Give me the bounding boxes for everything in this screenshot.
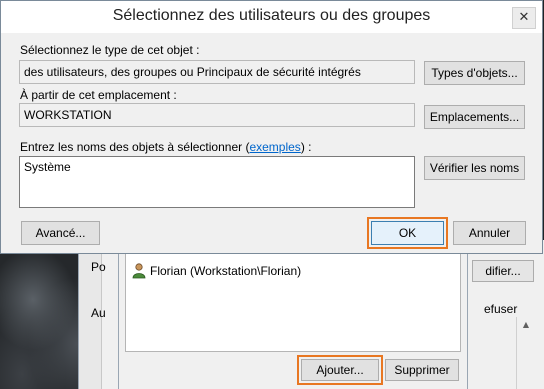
cancel-button[interactable]: Annuler (453, 221, 526, 245)
user-icon (132, 263, 146, 279)
location-field: WORKSTATION (19, 103, 415, 127)
titlebar: Sélectionnez des utilisateurs ou des gro… (1, 1, 542, 33)
permissions-scrollbar[interactable]: ▲ (516, 317, 535, 389)
list-item[interactable]: Florian (Workstation\Florian) (132, 263, 301, 279)
object-names-input[interactable]: Système (19, 156, 415, 208)
permissions-window: Po Au difier... efuser ▲ Florian (Workst… (78, 240, 544, 389)
locations-button[interactable]: Emplacements... (424, 105, 525, 129)
users-list[interactable]: Florian (Workstation\Florian) (125, 250, 461, 352)
group-users-window: Florian (Workstation\Florian) Ajouter...… (118, 240, 468, 389)
modify-button[interactable]: difier... (472, 260, 534, 282)
object-names-label: Entrez les noms des objets à sélectionne… (20, 140, 311, 154)
object-type-field: des utilisateurs, des groupes ou Princip… (19, 60, 415, 84)
object-names-label-suffix: ) : (300, 140, 312, 154)
select-users-dialog: Sélectionnez des utilisateurs ou des gro… (0, 0, 543, 254)
examples-link[interactable]: exemples (249, 140, 300, 154)
scroll-up-arrow-icon[interactable]: ▲ (517, 317, 535, 333)
advanced-button[interactable]: Avancé... (21, 221, 100, 245)
object-type-label: Sélectionnez le type de cet objet : (20, 43, 200, 57)
object-names-label-prefix: Entrez les noms des objets à sélectionne… (20, 140, 250, 154)
permissions-label-po: Po (91, 260, 106, 274)
check-names-button[interactable]: Vérifier les noms (424, 156, 525, 180)
object-types-button[interactable]: Types d'objets... (424, 61, 525, 85)
close-icon: ✕ (518, 10, 530, 25)
permissions-label-au: Au (91, 306, 106, 320)
list-item-label: Florian (Workstation\Florian) (150, 264, 302, 278)
add-button[interactable]: Ajouter... (297, 355, 383, 385)
dialog-title: Sélectionnez des utilisateurs ou des gro… (112, 7, 431, 24)
remove-button[interactable]: Supprimer (385, 359, 459, 381)
ok-button[interactable]: OK (367, 217, 448, 249)
deny-column-label: efuser (484, 302, 518, 316)
close-button[interactable]: ✕ (512, 7, 536, 29)
location-label: À partir de cet emplacement : (20, 88, 177, 102)
